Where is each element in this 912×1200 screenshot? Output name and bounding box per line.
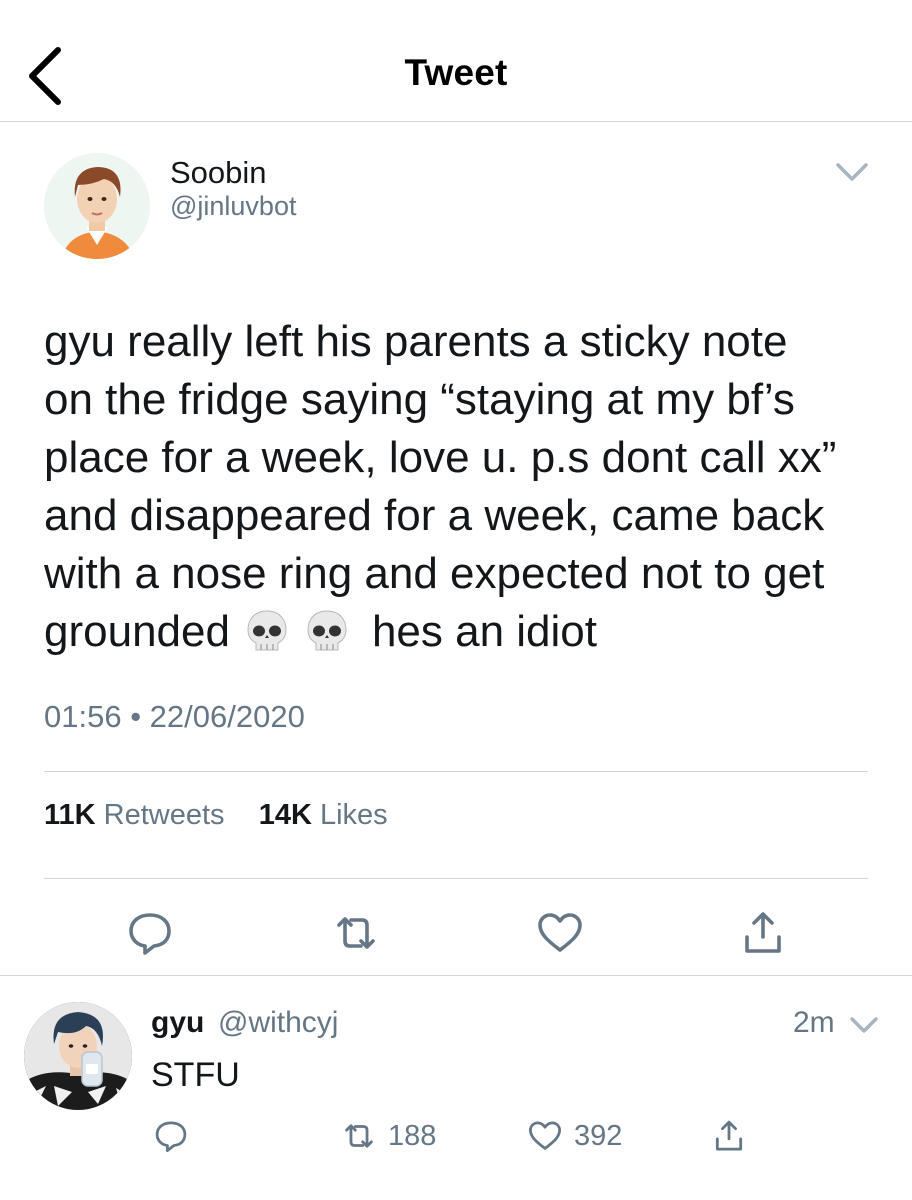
like-button[interactable]: 392 (526, 1116, 622, 1156)
tweet-stats: 11K Retweets 14K Likes (44, 799, 388, 832)
tweet-text-fragment: hes an idiot (371, 607, 598, 656)
like-count: 392 (574, 1119, 623, 1152)
tweet-text-line: gyu really left his parents a sticky not… (44, 317, 788, 366)
reply-tweet[interactable]: gyu @withcyj 2m STFU 188 392 (0, 975, 912, 1200)
avatar[interactable] (24, 1002, 132, 1110)
tweet-text-line: place for a week, love u. p.s dont call … (44, 433, 837, 482)
retweet-button[interactable]: 188 (340, 1116, 436, 1156)
reply-icon (155, 1121, 187, 1153)
page-title: Tweet (404, 52, 508, 93)
tweet-text-line: grounded hes an idiot (44, 603, 884, 661)
share-icon (715, 1120, 743, 1151)
retweets-count[interactable]: 11K (44, 799, 96, 831)
share-icon[interactable] (737, 907, 789, 959)
reply-icon[interactable] (124, 907, 176, 959)
skull-icon (307, 610, 347, 651)
tweet-timestamp: 01:56 • 22/06/2020 (44, 699, 305, 734)
likes-label[interactable]: Likes (320, 799, 388, 831)
share-button[interactable] (710, 1116, 748, 1156)
like-icon (528, 1121, 562, 1150)
tweet-text-line: and disappeared for a week, came back (44, 491, 825, 540)
tweet-text-line: on the fridge saying “staying at my bf’s (44, 375, 795, 424)
retweet-count: 188 (388, 1119, 437, 1152)
author-handle[interactable]: @jinluvbot (170, 191, 296, 222)
profile-photo-icon (44, 153, 150, 259)
profile-photo-icon (24, 1002, 132, 1110)
tweet-detail: Soobin @jinluvbot gyu really left his pa… (0, 123, 912, 975)
reply-author-handle[interactable]: @withcyj (218, 1006, 338, 1040)
divider (44, 878, 868, 879)
header-bar: Tweet (0, 0, 912, 122)
reply-author-name[interactable]: gyu (151, 1006, 204, 1040)
tweet-text: gyu really left his parents a sticky not… (44, 313, 884, 661)
avatar[interactable] (44, 153, 150, 259)
reply-text: STFU (151, 1056, 240, 1094)
skull-icon (247, 610, 287, 651)
likes-count[interactable]: 14K (259, 799, 312, 831)
chevron-down-icon[interactable] (848, 1014, 880, 1038)
reply-button[interactable] (152, 1116, 190, 1156)
author-display-name[interactable]: Soobin (170, 155, 267, 191)
reply-time: 2m (793, 1006, 835, 1039)
like-icon[interactable] (534, 907, 586, 959)
tweet-text-fragment: grounded (44, 607, 230, 656)
tweet-text-line: with a nose ring and expected not to get (44, 549, 825, 598)
retweets-label[interactable]: Retweets (104, 799, 225, 831)
divider (44, 771, 868, 772)
retweet-icon (345, 1124, 373, 1148)
retweet-icon[interactable] (330, 907, 382, 959)
chevron-down-icon[interactable] (832, 157, 872, 187)
